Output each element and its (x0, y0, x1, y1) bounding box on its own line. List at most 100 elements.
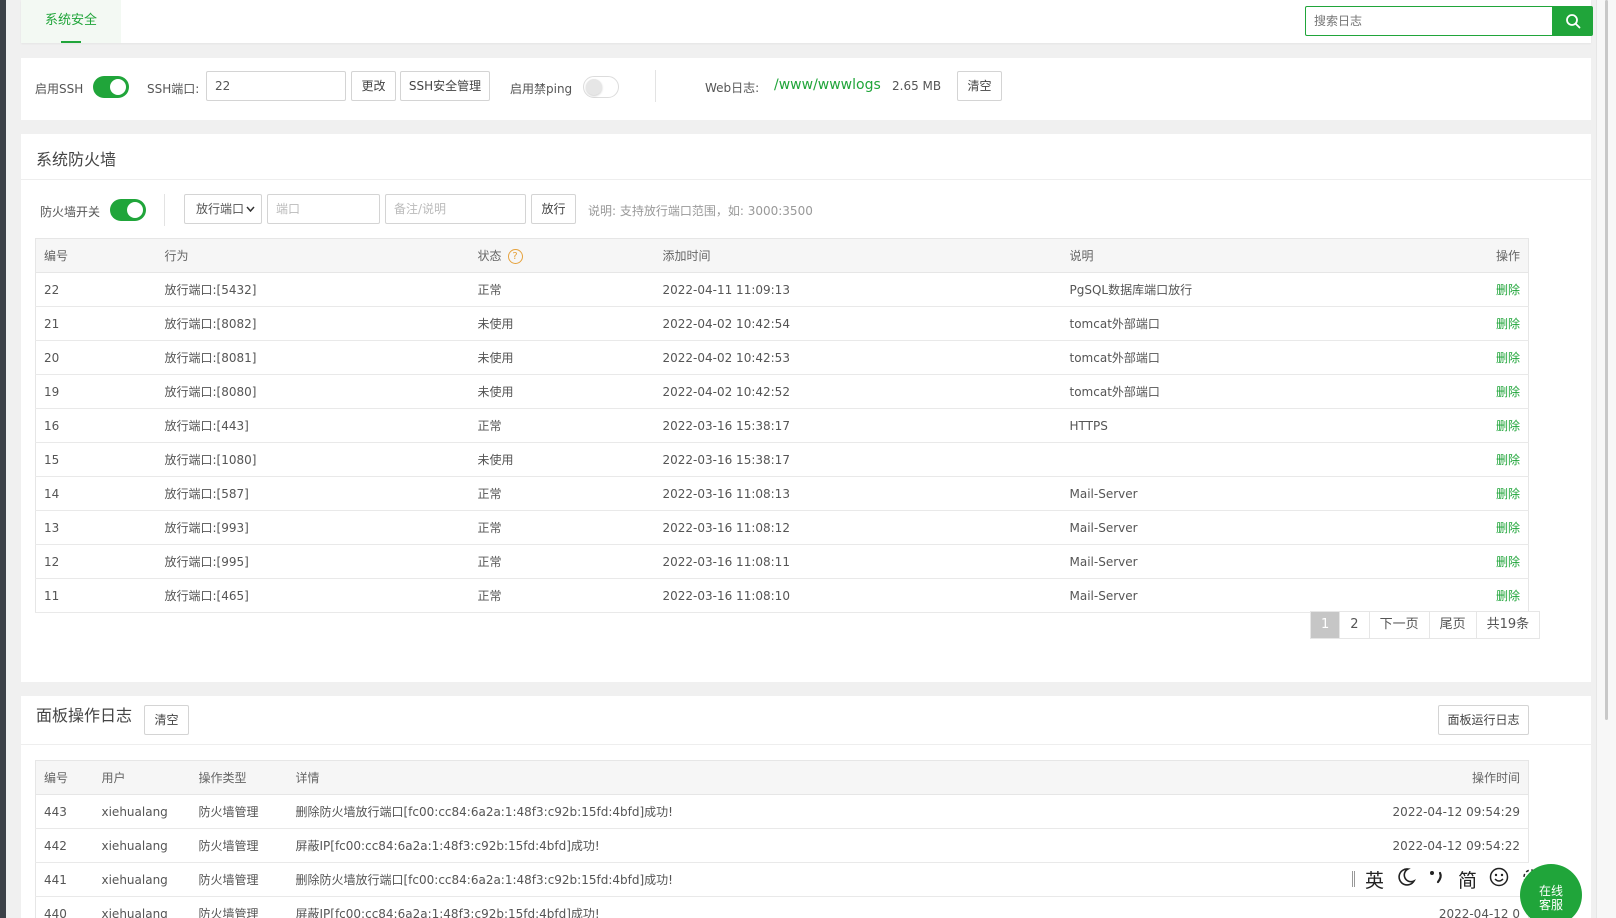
cell-action: 放行端口:[993] (156, 510, 470, 545)
delete-link[interactable]: 删除 (1421, 544, 1529, 579)
cell-desc: HTTPS (1061, 408, 1422, 443)
divider (21, 179, 1591, 180)
ime-lang-toggle[interactable]: 英 (1365, 866, 1384, 893)
cell-detail: 删除防火墙放行端口[fc00:cc84:6a2a:1:48f3:c92b:15f… (287, 862, 1329, 897)
ssh-port-input[interactable] (206, 71, 346, 101)
ssh-settings-bar: 启用SSH SSH端口: 更改 SSH安全管理 启用禁ping Web日志: /… (21, 58, 1591, 120)
weblog-label: Web日志: (705, 81, 760, 95)
last-page[interactable]: 尾页 (1429, 612, 1477, 638)
cell-id: 441 (35, 862, 94, 897)
next-page[interactable]: 下一页 (1369, 612, 1430, 638)
delete-link[interactable]: 删除 (1421, 340, 1529, 375)
pagination: 1 2 下一页 尾页 共19条 (1310, 611, 1541, 639)
cell-status: 正常 (469, 510, 655, 545)
col-op: 操作 (1421, 238, 1529, 273)
table-row: 22 放行端口:[5432] 正常 2022-04-11 11:09:13 PgSQL数… (35, 272, 1529, 307)
ping-block-label: 启用禁ping (510, 82, 573, 96)
cell-status: 未使用 (469, 340, 655, 375)
cell-status: 正常 (469, 578, 655, 613)
table-row: 13 放行端口:[993] 正常 2022-03-16 11:08:12 Mail-Se… (35, 510, 1529, 545)
divider (164, 194, 165, 226)
weblog-clear-button[interactable]: 清空 (957, 71, 1002, 101)
tab-system-security[interactable]: 系统安全 (21, 0, 121, 43)
cell-action: 放行端口:[8082] (156, 306, 470, 341)
cell-added: 2022-03-16 15:38:17 (654, 442, 1062, 477)
ime-drag-handle[interactable] (1352, 871, 1355, 887)
cell-id: 20 (35, 340, 157, 375)
support-line2: 客服 (1538, 898, 1563, 912)
cell-added: 2022-04-11 11:09:13 (654, 272, 1062, 307)
online-support-button[interactable]: 在线 客服 (1520, 864, 1582, 918)
col-status-label: 状态 (477, 249, 502, 263)
delete-link[interactable]: 删除 (1421, 442, 1529, 477)
oplog-clear-button[interactable]: 清空 (144, 705, 189, 735)
cell-status: 未使用 (469, 306, 655, 341)
divider (21, 744, 1591, 745)
firewall-toggle[interactable] (110, 199, 146, 221)
weblog-path-link[interactable]: /www/wwwlogs (774, 77, 881, 93)
col-desc: 说明 (1061, 238, 1422, 273)
ssh-toggle[interactable] (93, 76, 129, 98)
ping-block-toggle[interactable] (583, 76, 619, 98)
cell-detail: 删除防火墙放行端口[fc00:cc84:6a2a:1:48f3:c92b:15f… (287, 794, 1329, 829)
col-id: 编号 (35, 238, 157, 273)
table-header-row: 编号 用户 操作类型 详情 操作时间 (35, 760, 1529, 795)
cell-time: 2022-04-12 0 (1328, 896, 1529, 918)
tab-underline (61, 41, 81, 43)
delete-link[interactable]: 删除 (1421, 306, 1529, 341)
table-row: 16 放行端口:[443] 正常 2022-03-16 15:38:17 HTTPS 删除 (35, 408, 1529, 443)
search-button[interactable] (1553, 6, 1593, 36)
rule-type-select[interactable]: 放行端口 (184, 194, 262, 224)
panel-run-log-button[interactable]: 面板运行日志 (1438, 705, 1529, 735)
ssh-manage-button[interactable]: SSH安全管理 (400, 71, 490, 101)
change-port-button[interactable]: 更改 (351, 71, 396, 101)
delete-link[interactable]: 删除 (1421, 408, 1529, 443)
cell-status: 正常 (469, 408, 655, 443)
punctuation-icon[interactable] (1428, 867, 1446, 892)
emoji-icon[interactable] (1489, 867, 1509, 892)
cell-action: 放行端口:[465] (156, 578, 470, 613)
cell-id: 13 (35, 510, 157, 545)
cell-detail: 屏蔽IP[fc00:cc84:6a2a:1:48f3:c92b:15fd:4bf… (287, 828, 1329, 863)
delete-link[interactable]: 删除 (1421, 510, 1529, 545)
allow-port-button[interactable]: 放行 (531, 194, 576, 224)
delete-link[interactable]: 删除 (1421, 476, 1529, 511)
cell-desc: PgSQL数据库端口放行 (1061, 272, 1422, 307)
cell-id: 15 (35, 442, 157, 477)
log-search-input[interactable] (1305, 6, 1553, 36)
ssh-enable-label: 启用SSH (35, 82, 84, 96)
ime-simplified-toggle[interactable]: 简 (1458, 866, 1477, 893)
page-scrollbar[interactable] (1596, 0, 1616, 918)
cell-desc: tomcat外部端口 (1061, 340, 1422, 375)
port-input[interactable] (267, 194, 380, 224)
scrollbar-thumb[interactable] (1605, 0, 1608, 720)
cell-desc: tomcat外部端口 (1061, 306, 1422, 341)
cell-user: xiehualang (93, 794, 191, 829)
moon-icon[interactable] (1396, 867, 1417, 892)
left-edge (0, 0, 6, 918)
cell-id: 11 (35, 578, 157, 613)
col-user: 用户 (93, 760, 191, 795)
col-added: 添加时间 (654, 238, 1062, 273)
operation-log-table: 编号 用户 操作类型 详情 操作时间 443 xiehualang 防火墙管理 删除防… (35, 760, 1529, 918)
rule-type-value: 放行端口 (196, 202, 245, 216)
cell-added: 2022-04-02 10:42:54 (654, 306, 1062, 341)
cell-id: 14 (35, 476, 157, 511)
help-icon[interactable]: ? (507, 249, 523, 264)
cell-status: 正常 (469, 272, 655, 307)
tab-label: 系统安全 (44, 13, 97, 28)
page-2[interactable]: 2 (1340, 612, 1370, 638)
cell-id: 21 (35, 306, 157, 341)
cell-id: 443 (35, 794, 94, 829)
delete-link[interactable]: 删除 (1421, 578, 1529, 613)
col-id: 编号 (35, 760, 94, 795)
table-row: 440 xiehualang 防火墙管理 屏蔽IP[fc00:cc84:6a2a:1:… (35, 896, 1529, 918)
note-input[interactable] (385, 194, 526, 224)
delete-link[interactable]: 删除 (1421, 272, 1529, 307)
delete-link[interactable]: 删除 (1421, 374, 1529, 409)
cell-status: 正常 (469, 476, 655, 511)
table-row: 20 放行端口:[8081] 未使用 2022-04-02 10:42:53 tomca… (35, 340, 1529, 375)
table-row: 11 放行端口:[465] 正常 2022-03-16 11:08:10 Mail-Se… (35, 578, 1529, 613)
page-1[interactable]: 1 (1311, 612, 1341, 638)
cell-time: 2022-04-12 09:54:22 (1328, 828, 1529, 863)
